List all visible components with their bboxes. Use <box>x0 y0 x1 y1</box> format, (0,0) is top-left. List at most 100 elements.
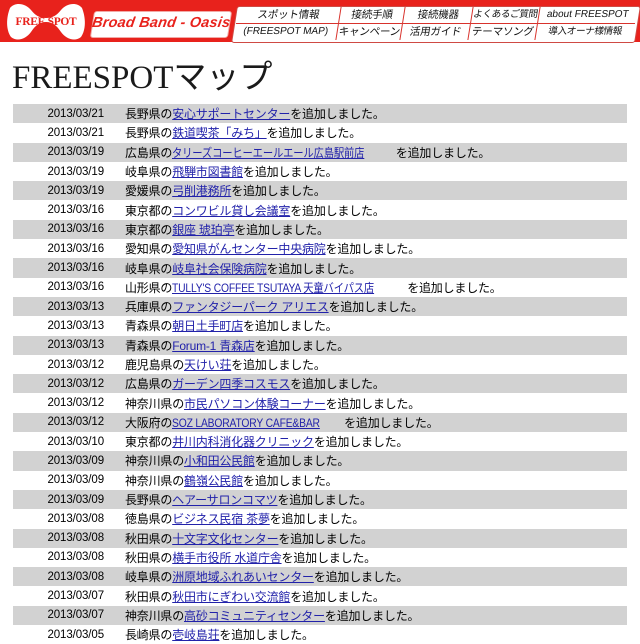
list-item-suffix: を追加しました。 <box>254 338 350 353</box>
list-item-text: 秋田県の横手市役所 水道庁舎を追加しました。 <box>104 549 627 566</box>
list-item-spot-link[interactable]: 市民パソコン体験コーナー <box>184 397 326 411</box>
nav-item-connection-devices[interactable]: 接続機器 <box>403 7 474 24</box>
list-item: 2013/03/21 長野県の安心サポートセンターを追加しました。 <box>13 104 627 124</box>
list-item-date: 2013/03/19 <box>47 184 104 197</box>
list-item-date: 2013/03/13 <box>47 339 104 352</box>
list-item: 2013/03/09 神奈川県の鶴嶺公民館を追加しました。 <box>13 470 627 490</box>
nav-item-campaign[interactable]: キャンペーン <box>336 24 402 40</box>
list-item-spot-link[interactable]: ガーデン四季コスモス <box>172 377 290 391</box>
list-item-text: 秋田県の十文字文化センターを追加しました。 <box>104 530 627 547</box>
list-item-suffix: を追加しました。 <box>243 319 338 334</box>
list-item-text: 神奈川県の鶴嶺公民館を追加しました。 <box>104 472 627 489</box>
list-item-spot-link[interactable]: TULLY'S COFFEE TSUTAYA 天童バイパス店 <box>172 279 374 296</box>
list-item-spot-link[interactable]: 朝日土手町店 <box>172 319 243 333</box>
list-item-spot-link[interactable]: 十文字文化センター <box>172 532 278 546</box>
list-item-suffix: を追加しました。 <box>395 145 491 160</box>
list-item-date: 2013/03/09 <box>47 474 104 487</box>
list-item-prefecture: 徳島県の <box>125 512 173 527</box>
list-item: 2013/03/07 秋田県の秋田市にぎわい交流館を追加しました。 <box>13 586 627 606</box>
list-item-suffix: を追加しました。 <box>325 396 421 411</box>
list-item-spot-link[interactable]: 愛知県がんセンター中央病院 <box>172 242 326 256</box>
nav-item-faq[interactable]: よくあるご質問 <box>471 7 540 24</box>
list-item-date: 2013/03/16 <box>47 223 104 236</box>
list-item: 2013/03/13 青森県の朝日土手町店を追加しました。 <box>13 316 627 336</box>
list-item-spot-link[interactable]: 小和田公民館 <box>184 454 255 468</box>
list-item-spot-link[interactable]: ファンタジーパーク アリエス <box>172 300 329 314</box>
list-item-spot-link[interactable]: 岐阜社会保険病院 <box>172 262 267 276</box>
list-item-prefecture: 秋田県の <box>125 550 173 565</box>
list-item-spot-link[interactable]: ヘアーサロンコマツ <box>172 493 277 507</box>
list-item-spot-link[interactable]: 高砂コミュニティセンター <box>184 609 325 623</box>
list-item-prefecture: 鹿児島県の <box>125 358 185 372</box>
nav-item-spot-info[interactable]: スポット情報 <box>235 7 341 24</box>
list-item-prefecture: 広島県の <box>125 377 173 392</box>
list-item-spot-link[interactable]: SOZ LABORATORY CAFE&BAR <box>172 416 320 430</box>
tagline-text: Broad Band - Oasis <box>90 15 232 31</box>
list-item-prefecture: 岐阜県の <box>125 165 173 180</box>
list-item-prefecture: 山形県の <box>125 280 173 295</box>
nav-item-theme-song[interactable]: テーマソング <box>469 24 537 40</box>
list-item: 2013/03/21 長野県の鉄道喫茶「みち」を追加しました。 <box>13 123 627 143</box>
list-item-prefecture: 青森県の <box>125 319 173 334</box>
list-item-suffix: を追加しました。 <box>328 300 424 315</box>
list-item-prefecture: 岐阜県の <box>125 261 173 276</box>
list-item-spot-link[interactable]: 銀座 琥珀亭 <box>172 223 234 237</box>
list-item-spot-link[interactable]: 安心サポートセンター <box>172 107 290 121</box>
list-item-spot-link[interactable]: ビジネス民宿 茶夢 <box>172 512 270 526</box>
list-item-date: 2013/03/08 <box>47 570 104 583</box>
list-item-text: 長崎県の壱岐島荘を追加しました。 <box>104 626 627 643</box>
list-item-prefecture: 愛媛県の <box>125 184 173 199</box>
list-item-spot-link[interactable]: 洲原地域ふれあいセンター <box>172 570 314 584</box>
list-item-spot-link[interactable]: 飛騨市図書館 <box>172 165 243 179</box>
freespot-logo[interactable]: FREE SPOT <box>4 2 88 42</box>
nav-item-usage-guide[interactable]: 活用ガイド <box>401 24 471 40</box>
list-item-spot-link[interactable]: 弓削港務所 <box>172 184 231 198</box>
nav-item-owner-info[interactable]: 導入オーナ様情報 <box>535 24 635 40</box>
list-item-text: 広島県のタリーズコーヒーエールエール広島駅前店 を追加しました。 <box>104 144 627 161</box>
list-item-suffix: を追加しました。 <box>313 435 409 450</box>
list-item-spot-link[interactable]: 鉄道喫茶「みち」 <box>172 126 267 140</box>
list-item-suffix: を追加しました。 <box>313 570 409 585</box>
list-item: 2013/03/10 東京都の井川内科消化器クリニックを追加しました。 <box>13 432 627 452</box>
nav-item-about-freespot[interactable]: about FREESPOT <box>537 7 638 24</box>
list-item-spot-link[interactable]: 井川内科消化器クリニック <box>172 435 314 449</box>
list-item-spot-link[interactable]: 壱岐島荘 <box>172 628 219 642</box>
list-item-prefecture: 東京都の <box>125 203 173 218</box>
list-item-prefecture: 愛知県の <box>125 242 173 257</box>
list-item-text: 青森県のForum-1 青森店を追加しました。 <box>104 337 627 354</box>
nav-column-connection-devices: 接続機器 活用ガイド <box>400 7 475 40</box>
main-navigation: スポット情報 (FREESPOT MAP) 接続手順 キャンペーン 接続機器 活… <box>233 7 638 40</box>
list-item-suffix: を追加しました。 <box>290 203 385 218</box>
list-item-suffix: を追加しました。 <box>325 242 421 257</box>
list-item-text: 東京都の銀座 琥珀亭を追加しました。 <box>104 221 627 238</box>
list-item-date: 2013/03/08 <box>47 551 104 564</box>
list-item-text: 徳島県のビジネス民宿 茶夢を追加しました。 <box>104 510 627 527</box>
list-item-suffix: を追加しました。 <box>290 377 385 392</box>
list-item-suffix: を追加しました。 <box>219 628 314 643</box>
list-item-spot-link[interactable]: 天けい荘 <box>184 358 231 372</box>
list-item: 2013/03/13 青森県のForum-1 青森店を追加しました。 <box>13 335 627 355</box>
list-item-spot-link[interactable]: コンワビル貸し会議室 <box>172 204 290 218</box>
list-item-date: 2013/03/07 <box>47 609 104 622</box>
list-item-spot-link[interactable]: Forum-1 青森店 <box>172 339 255 353</box>
list-item-text: 長野県の鉄道喫茶「みち」を追加しました。 <box>104 124 627 141</box>
list-item-suffix: を追加しました。 <box>269 512 365 527</box>
list-item: 2013/03/12 広島県のガーデン四季コスモスを追加しました。 <box>13 374 627 394</box>
list-item-spot-link[interactable]: 秋田市にぎわい交流館 <box>172 590 290 604</box>
nav-item-connection-steps[interactable]: 接続手順 <box>338 7 405 24</box>
update-list: 2013/03/21 長野県の安心サポートセンターを追加しました。 2013/03/… <box>13 104 627 644</box>
list-item-date: 2013/03/12 <box>47 416 104 429</box>
list-item-spot-link[interactable]: 鶴嶺公民館 <box>184 474 243 488</box>
list-item-prefecture: 神奈川県の <box>125 608 185 623</box>
list-item-prefecture: 岐阜県の <box>125 570 173 585</box>
list-item-suffix: を追加しました。 <box>290 589 385 604</box>
list-item-text: 東京都の井川内科消化器クリニックを追加しました。 <box>104 433 627 450</box>
list-item-prefecture: 東京都の <box>125 435 173 450</box>
list-item: 2013/03/07 神奈川県の高砂コミュニティセンターを追加しました。 <box>13 605 627 626</box>
list-item-spot-link[interactable]: タリーズコーヒーエールエール広島駅前店 <box>172 144 364 161</box>
list-item-suffix: を追加しました。 <box>344 415 439 430</box>
list-item-prefecture: 広島県の <box>125 145 173 160</box>
nav-item-freespot-map[interactable]: (FREESPOT MAP) <box>233 24 338 40</box>
list-item-spot-link[interactable]: 横手市役所 水道庁舎 <box>172 551 282 565</box>
list-item-suffix: を追加しました。 <box>266 126 362 141</box>
